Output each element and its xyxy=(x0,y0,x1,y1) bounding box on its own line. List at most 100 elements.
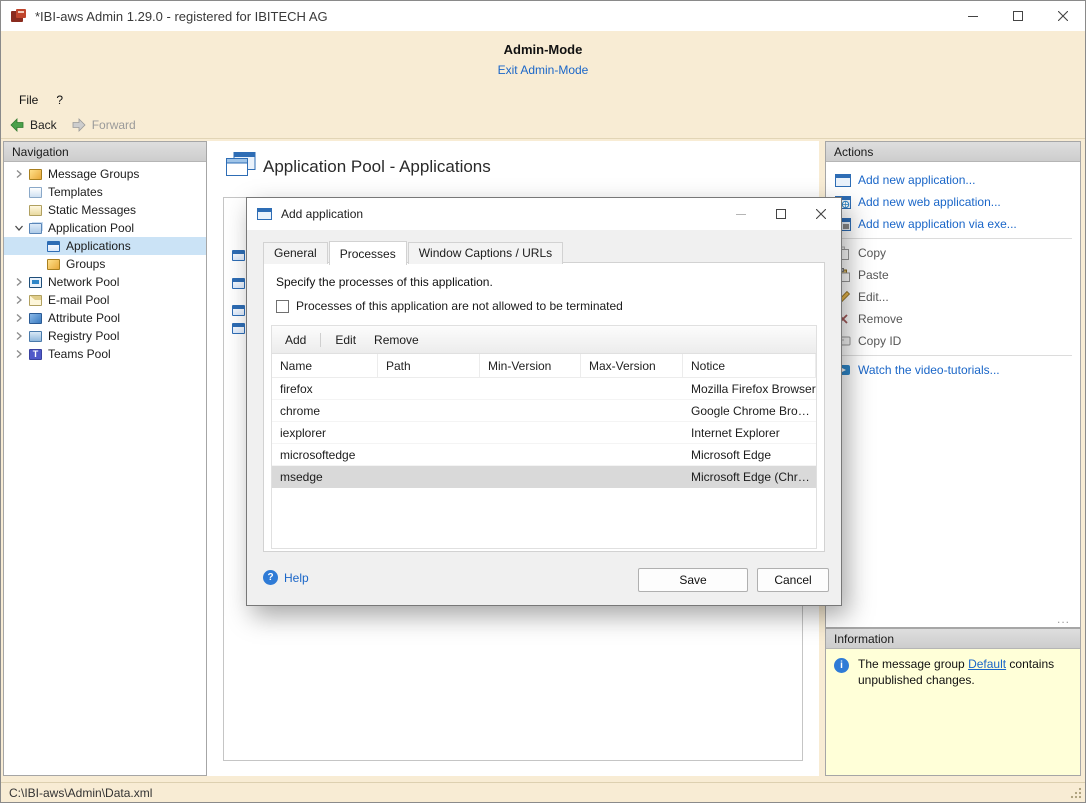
application-row-icon xyxy=(232,250,245,261)
tab-processes[interactable]: Processes xyxy=(328,241,407,265)
information-body: i The message group Default contains unp… xyxy=(826,649,1080,698)
column-header-max-version[interactable]: Max-Version xyxy=(581,354,683,377)
terminate-checkbox-label: Processes of this application are not al… xyxy=(296,299,623,313)
table-row-microsoftedge[interactable]: microsoftedge Microsoft Edge xyxy=(272,444,816,466)
panel-splitter-dots[interactable]: ... xyxy=(1057,612,1070,626)
window-title: *IBI-aws Admin 1.29.0 - registered for I… xyxy=(35,8,328,24)
app-logo-icon xyxy=(11,8,26,22)
minimize-icon xyxy=(736,214,746,215)
sidebar-item-email-pool[interactable]: E-mail Pool xyxy=(4,291,206,309)
sidebar-item-groups[interactable]: Groups xyxy=(4,255,206,273)
navigation-panel: Navigation Message Groups Templates Stat… xyxy=(3,141,207,776)
processes-toolbar: Add Edit Remove xyxy=(272,326,816,354)
chevron-down-icon[interactable] xyxy=(12,222,26,234)
sidebar-item-message-groups[interactable]: Message Groups xyxy=(4,165,206,183)
sidebar-item-applications[interactable]: Applications xyxy=(4,237,206,255)
maximize-button[interactable] xyxy=(995,1,1040,31)
cancel-button[interactable]: Cancel xyxy=(757,568,829,592)
column-header-notice[interactable]: Notice xyxy=(683,354,816,377)
minimize-icon xyxy=(967,16,978,17)
chevron-right-icon[interactable] xyxy=(12,168,26,180)
dialog-titlebar[interactable]: Add application xyxy=(247,198,841,230)
page-title: Application Pool - Applications xyxy=(263,157,491,176)
navigation-toolbar: Back Forward xyxy=(1,111,1085,139)
process-edit-button[interactable]: Edit xyxy=(331,331,360,349)
dialog-close-button[interactable] xyxy=(801,198,841,230)
sidebar-item-templates[interactable]: Templates xyxy=(4,183,206,201)
sidebar-item-attribute-pool[interactable]: Attribute Pool xyxy=(4,309,206,327)
close-button[interactable] xyxy=(1040,1,1085,31)
application-row-icon xyxy=(232,323,245,334)
process-remove-button[interactable]: Remove xyxy=(370,331,423,349)
sidebar-item-static-messages[interactable]: Static Messages xyxy=(4,201,206,219)
info-icon: i xyxy=(834,658,849,673)
minimize-button[interactable] xyxy=(950,1,995,31)
chevron-right-icon[interactable] xyxy=(12,330,26,342)
table-row-chrome[interactable]: chrome Google Chrome Browser xyxy=(272,400,816,422)
action-add-new-web-application[interactable]: Add new web application... xyxy=(826,191,1080,213)
applications-icon xyxy=(47,240,60,252)
column-header-min-version[interactable]: Min-Version xyxy=(480,354,581,377)
back-button[interactable]: Back xyxy=(9,117,57,133)
message-groups-icon xyxy=(29,168,42,180)
network-pool-icon xyxy=(29,276,42,288)
chevron-right-icon[interactable] xyxy=(12,294,26,306)
processes-description: Specify the processes of this applicatio… xyxy=(276,275,493,289)
save-button[interactable]: Save xyxy=(638,568,748,592)
dialog-tabs: General Processes Window Captions / URLs xyxy=(263,240,564,265)
action-remove[interactable]: Remove xyxy=(826,308,1080,330)
action-add-new-application[interactable]: Add new application... xyxy=(826,169,1080,191)
window-titlebar[interactable]: *IBI-aws Admin 1.29.0 - registered for I… xyxy=(1,1,1085,31)
action-copy[interactable]: Copy xyxy=(826,242,1080,264)
information-message: The message group Default contains unpub… xyxy=(858,657,1055,687)
action-add-new-application-via-exe[interactable]: Add new application via exe... xyxy=(826,213,1080,235)
default-message-group-link[interactable]: Default xyxy=(968,657,1006,671)
chevron-right-icon[interactable] xyxy=(12,276,26,288)
chevron-right-icon[interactable] xyxy=(12,348,26,360)
forward-arrow-icon xyxy=(72,117,86,132)
menu-help[interactable]: ? xyxy=(47,91,72,109)
dialog-maximize-button[interactable] xyxy=(761,198,801,230)
registry-pool-icon xyxy=(29,330,42,342)
column-header-name[interactable]: Name xyxy=(272,354,378,377)
process-add-button[interactable]: Add xyxy=(281,331,310,349)
window-add-icon xyxy=(835,173,851,187)
sidebar-item-network-pool[interactable]: Network Pool xyxy=(4,273,206,291)
tab-window-captions-urls[interactable]: Window Captions / URLs xyxy=(407,242,564,264)
resize-grip[interactable] xyxy=(1069,786,1083,800)
actions-panel-header: Actions xyxy=(826,142,1080,162)
groups-icon xyxy=(47,258,60,270)
tab-general[interactable]: General xyxy=(263,242,328,264)
action-watch-video-tutorials[interactable]: Watch the video-tutorials... xyxy=(826,359,1080,381)
application-window: *IBI-aws Admin 1.29.0 - registered for I… xyxy=(0,0,1086,803)
application-row-icon xyxy=(232,278,245,289)
menu-file[interactable]: File xyxy=(10,91,47,109)
table-row-iexplorer[interactable]: iexplorer Internet Explorer xyxy=(272,422,816,444)
action-paste[interactable]: Paste xyxy=(826,264,1080,286)
forward-button[interactable]: Forward xyxy=(71,117,136,133)
information-panel-header: Information xyxy=(826,629,1080,649)
chevron-right-icon[interactable] xyxy=(12,312,26,324)
close-icon xyxy=(816,209,826,219)
dialog-minimize-button[interactable] xyxy=(721,198,761,230)
exit-admin-mode-link[interactable]: Exit Admin-Mode xyxy=(498,63,589,77)
information-panel: Information i The message group Default … xyxy=(825,628,1081,776)
close-icon xyxy=(1057,11,1068,21)
table-row-msedge[interactable]: msedge Microsoft Edge (Chrom... xyxy=(272,466,816,488)
sidebar-item-teams-pool[interactable]: Teams Pool xyxy=(4,345,206,363)
action-edit[interactable]: Edit... xyxy=(826,286,1080,308)
action-copy-id[interactable]: Copy ID xyxy=(826,330,1080,352)
table-row-firefox[interactable]: firefox Mozilla Firefox Browser xyxy=(272,378,816,400)
sidebar-item-application-pool[interactable]: Application Pool xyxy=(4,219,206,237)
attribute-pool-icon xyxy=(29,312,42,324)
status-bar: C:\IBI-aws\Admin\Data.xml xyxy=(1,782,1085,802)
terminate-checkbox-row: Processes of this application are not al… xyxy=(276,299,623,313)
column-header-path[interactable]: Path xyxy=(378,354,480,377)
help-link[interactable]: ? Help xyxy=(263,570,309,585)
terminate-checkbox[interactable] xyxy=(276,299,289,313)
sidebar-item-registry-pool[interactable]: Registry Pool xyxy=(4,327,206,345)
applications-heading-icon xyxy=(226,152,256,176)
